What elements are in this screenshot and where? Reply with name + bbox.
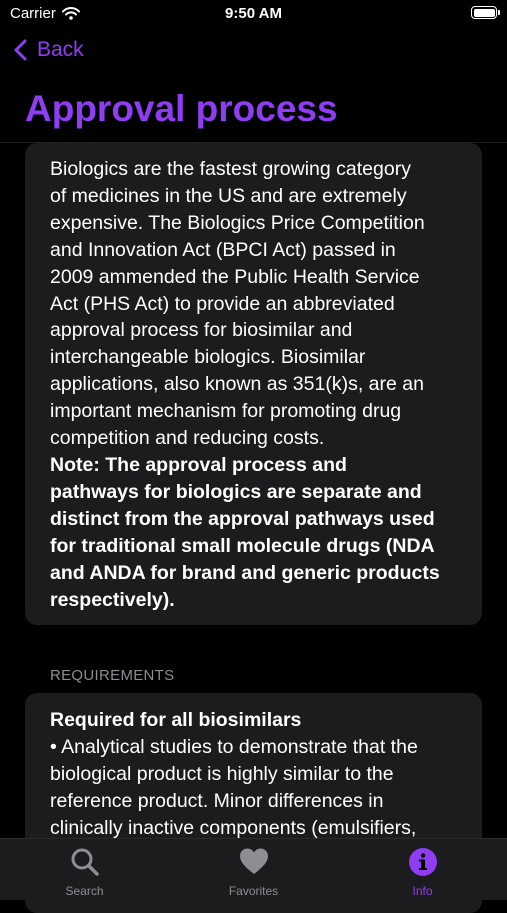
info-circle-icon (409, 848, 437, 876)
battery-level (473, 8, 495, 17)
status-time: 9:50 AM (225, 5, 282, 22)
back-label: Back (37, 38, 84, 61)
tab-search-label: Search (65, 884, 104, 898)
chevron-left-icon (14, 39, 27, 61)
requirements-section-header: REQUIREMENTS (50, 667, 175, 684)
intro-card: Biologics are the fastest growing catego… (25, 143, 482, 625)
battery-icon (471, 6, 500, 19)
tab-favorites[interactable]: Favorites (169, 839, 338, 901)
back-button[interactable]: Back (14, 38, 84, 62)
page-title: Approval process (25, 88, 338, 129)
requirements-heading: Required for all biosimilars (50, 709, 302, 731)
tab-info-label: Info (412, 884, 433, 898)
magnifying-glass-icon (71, 848, 99, 876)
tab-favorites-label: Favorites (228, 884, 279, 898)
tab-search[interactable]: Search (0, 839, 169, 901)
heart-icon (240, 848, 268, 874)
intro-paragraph: Biologics are the fastest growing catego… (50, 158, 425, 450)
tab-bar: Search Favorites Info (0, 838, 507, 900)
tab-info[interactable]: Info (338, 839, 507, 901)
intro-note: Note: The approval process and pathways … (50, 453, 440, 611)
requirements-text: • Analytical studies to demonstrate that… (50, 735, 418, 839)
status-bar: Carrier 9:50 AM (0, 0, 507, 28)
